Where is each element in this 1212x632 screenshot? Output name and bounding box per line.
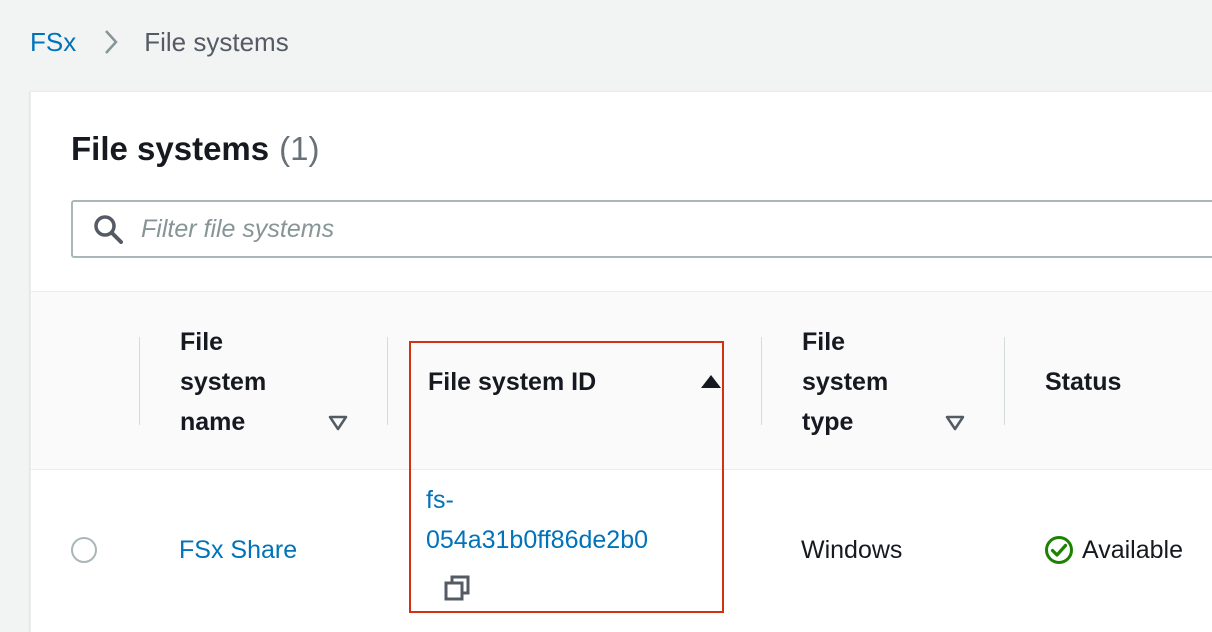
column-header-type-line: File xyxy=(802,328,846,356)
column-header-status[interactable]: Status xyxy=(1045,362,1212,402)
status-text: Available xyxy=(1082,536,1184,564)
column-header-name-line: system xyxy=(180,368,267,396)
file-system-id-part: 054a31b0ff86de2b0 xyxy=(426,526,648,554)
filter-box[interactable] xyxy=(71,200,1212,258)
column-header-id[interactable]: File system ID xyxy=(428,362,728,402)
file-system-name-link[interactable]: FSx Share xyxy=(179,536,297,564)
table-row[interactable]: FSx Share fs- 054a31b0ff86de2b0 Windows … xyxy=(31,470,1212,632)
column-header-name[interactable]: File system name xyxy=(180,322,360,442)
file-system-id-link[interactable]: fs- 054a31b0ff86de2b0 xyxy=(426,480,648,560)
file-systems-count: (1) xyxy=(279,130,320,167)
filter-input[interactable] xyxy=(139,213,1043,245)
sort-caret-down-icon[interactable] xyxy=(945,414,965,432)
chevron-right-icon xyxy=(104,29,118,55)
column-header-name-line: File xyxy=(180,328,224,356)
file-system-id-cell: fs- 054a31b0ff86de2b0 xyxy=(426,480,648,560)
column-header-id-label: File system ID xyxy=(428,368,597,396)
copy-icon[interactable] xyxy=(441,572,473,604)
row-select-radio[interactable] xyxy=(71,537,97,563)
breadcrumb-fsx-link[interactable]: FSx xyxy=(30,27,76,58)
column-separator xyxy=(761,337,762,425)
check-circle-icon xyxy=(1044,535,1074,565)
status-cell: Available xyxy=(1044,530,1183,570)
column-separator xyxy=(1004,337,1005,425)
file-systems-panel: File systems (1) File system name Fi xyxy=(30,91,1212,632)
sort-caret-down-icon[interactable] xyxy=(328,414,348,432)
breadcrumb-current: File systems xyxy=(144,26,289,57)
search-icon xyxy=(91,212,125,246)
column-separator xyxy=(387,337,388,425)
column-header-status-label: Status xyxy=(1045,368,1122,396)
page-title: File systems xyxy=(71,130,270,167)
breadcrumb: FSx File systems xyxy=(30,22,289,62)
column-header-type[interactable]: File system type xyxy=(802,322,982,442)
file-system-id-part: fs- xyxy=(426,486,454,514)
column-separator xyxy=(139,337,140,425)
sort-caret-up-icon[interactable] xyxy=(700,372,722,390)
file-system-type-cell: Windows xyxy=(801,536,903,564)
panel-header: File systems (1) xyxy=(71,130,319,168)
table-header: File system name File system ID File sys… xyxy=(31,292,1212,470)
column-header-type-line: system xyxy=(802,368,889,396)
file-system-name-cell: FSx Share xyxy=(179,530,297,570)
